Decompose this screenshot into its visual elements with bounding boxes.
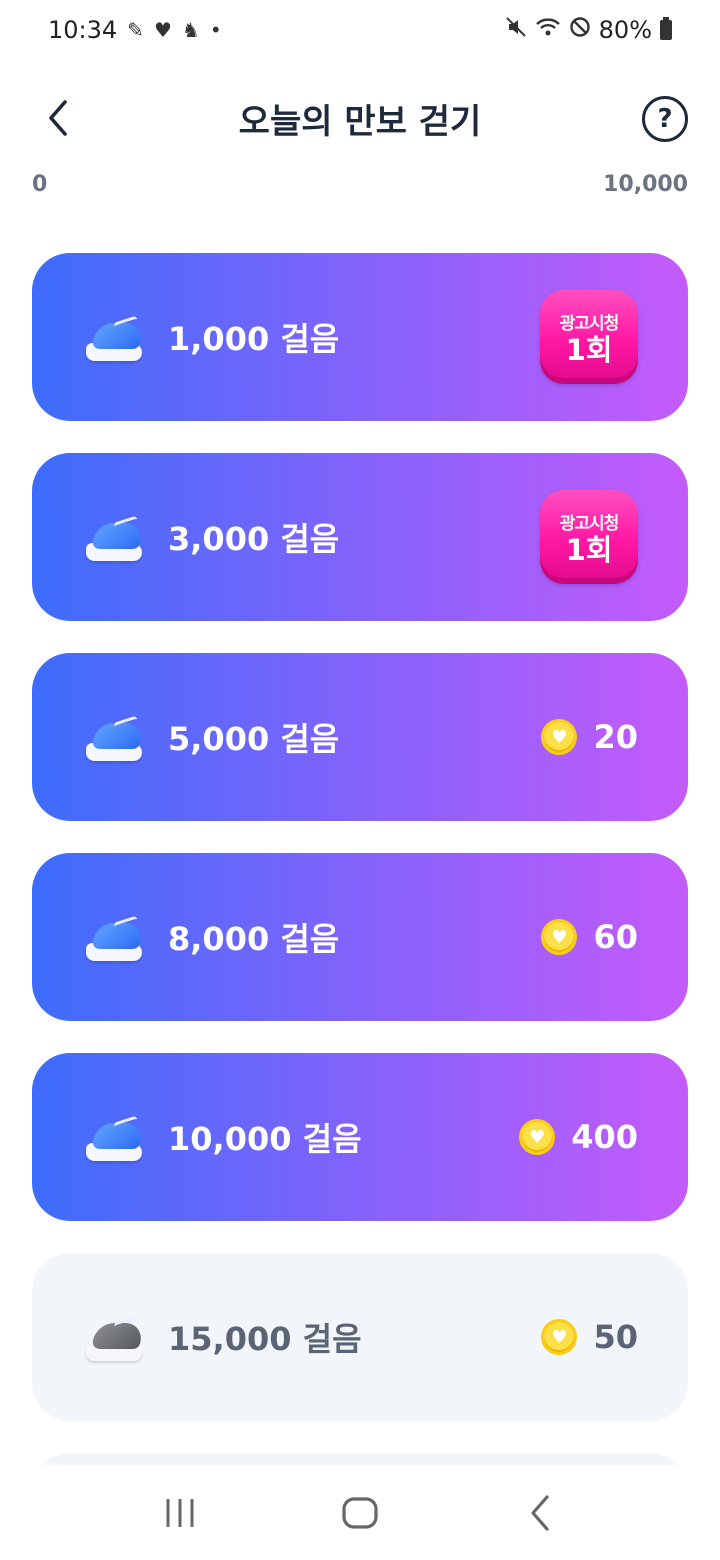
- heart-coin-icon: ♥: [541, 919, 578, 955]
- system-nav-bar: [0, 1465, 720, 1560]
- step-count: 15,000 걸음: [168, 1320, 362, 1358]
- step-card-15000[interactable]: 15,000 걸음 ♥ 50: [32, 1253, 688, 1421]
- ad-badge-label: 광고시청: [559, 313, 620, 334]
- shoe-icon: [84, 313, 146, 361]
- step-reward-list: 1,000 걸음 광고시청 1회 3,000 걸음 광고시청 1회 5,000 …: [32, 253, 688, 1465]
- reward-value: 400: [571, 1118, 638, 1156]
- step-count: 1,000 걸음: [168, 320, 340, 358]
- shoe-icon: [84, 513, 146, 561]
- home-button[interactable]: [330, 1483, 390, 1543]
- home-icon: [342, 1496, 378, 1529]
- step-card-1000[interactable]: 1,000 걸음 광고시청 1회: [32, 253, 688, 421]
- question-circle-icon: ?: [657, 104, 673, 134]
- page-title: 오늘의 만보 걷기: [238, 101, 482, 142]
- battery-percent: 80%: [598, 16, 652, 44]
- header: 오늘의 만보 걷기 ?: [0, 78, 720, 158]
- mute-icon: [505, 16, 527, 44]
- ad-badge-count: 1회: [565, 532, 613, 567]
- reward: ♥ 60: [541, 918, 638, 956]
- step-card-3000[interactable]: 3,000 걸음 광고시청 1회: [32, 453, 688, 621]
- recent-apps-button[interactable]: [150, 1483, 210, 1543]
- step-range: 0 10,000: [32, 172, 688, 197]
- ad-badge-count: 1회: [565, 332, 613, 367]
- range-max: 10,000: [603, 172, 688, 197]
- step-count: 5,000 걸음: [168, 720, 340, 758]
- heart-coin-icon: ♥: [541, 719, 578, 755]
- heart-coin-icon: ♥: [541, 1319, 578, 1355]
- reward-value: 60: [593, 918, 638, 956]
- watch-ad-button[interactable]: 광고시청 1회: [540, 290, 638, 384]
- reward: ♥ 20: [541, 718, 638, 756]
- ad-badge-label: 광고시청: [559, 513, 620, 534]
- block-icon: [569, 16, 591, 44]
- step-card-5000[interactable]: 5,000 걸음 ♥ 20: [32, 653, 688, 821]
- status-right: 80%: [505, 16, 672, 44]
- shoe-icon: [84, 1113, 146, 1161]
- back-button[interactable]: [34, 94, 82, 142]
- dot-icon: •: [209, 18, 222, 42]
- shoe-icon: [84, 713, 146, 761]
- notification-icon: ✎: [127, 18, 144, 42]
- step-card-next[interactable]: [32, 1453, 688, 1465]
- status-time: 10:34: [48, 16, 118, 44]
- status-bar: 10:34 ✎ ♥ ♞ • 80%: [0, 0, 720, 60]
- step-card-8000[interactable]: 8,000 걸음 ♥ 60: [32, 853, 688, 1021]
- wifi-icon: [535, 16, 561, 44]
- system-back-button[interactable]: [510, 1483, 570, 1543]
- step-card-10000[interactable]: 10,000 걸음 ♥ 400: [32, 1053, 688, 1221]
- range-min: 0: [32, 172, 48, 197]
- chevron-left-icon: [49, 100, 67, 136]
- reward: ♥ 50: [541, 1318, 638, 1356]
- reward: ♥ 400: [519, 1118, 638, 1156]
- shoe-icon: [84, 913, 146, 961]
- reward-value: 50: [593, 1318, 638, 1356]
- battery-icon: [660, 17, 672, 40]
- person-icon: ♞: [181, 18, 200, 42]
- recent-apps-icon: [166, 1498, 194, 1527]
- status-left: 10:34 ✎ ♥ ♞ •: [48, 16, 222, 44]
- step-count: 10,000 걸음: [168, 1120, 362, 1158]
- help-button[interactable]: ?: [642, 96, 688, 142]
- heart-coin-icon: ♥: [519, 1119, 556, 1155]
- health-heart-icon: ♥: [153, 18, 172, 42]
- back-icon: [531, 1494, 549, 1531]
- shoe-icon: [84, 1313, 146, 1361]
- step-count: 3,000 걸음: [168, 520, 340, 558]
- step-count: 8,000 걸음: [168, 920, 340, 958]
- reward-value: 20: [593, 718, 638, 756]
- watch-ad-button[interactable]: 광고시청 1회: [540, 490, 638, 584]
